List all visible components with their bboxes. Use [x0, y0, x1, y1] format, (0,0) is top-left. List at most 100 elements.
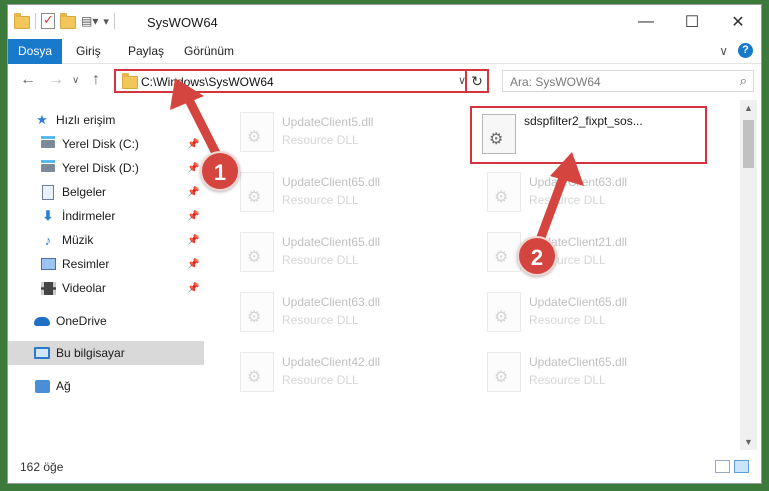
large-icons-view-icon[interactable] [734, 460, 749, 473]
nav-label: Yerel Disk (C:) [62, 137, 139, 151]
minimize-button[interactable]: — [623, 5, 669, 39]
file-item[interactable]: UpdateClient63.dll Resource DLL [451, 164, 686, 220]
file-item[interactable]: UpdateClient5.dll Resource DLL [204, 104, 439, 160]
pictures-icon [40, 256, 56, 272]
nav-item-local-disk-c[interactable]: Yerel Disk (C:) 📌 [8, 132, 204, 156]
nav-label: Müzik [62, 233, 94, 247]
scroll-down-icon[interactable]: ▼ [744, 437, 753, 447]
nav-item-documents[interactable]: Belgeler 📌 [8, 180, 204, 204]
close-button[interactable]: ✕ [715, 5, 761, 39]
callout-badge-2: 2 [517, 236, 557, 276]
nav-item-downloads[interactable]: ⬇ İndirmeler 📌 [8, 204, 204, 228]
dll-file-icon [487, 172, 521, 212]
details-view-icon[interactable] [715, 460, 730, 473]
drive-icon [40, 160, 56, 176]
properties-icon[interactable] [41, 12, 55, 29]
address-row: ← → ∨ ↑ C:\Windows\SysWOW64 ∨ ↻ Ara: Sys… [8, 64, 761, 100]
onedrive-icon [34, 313, 50, 329]
file-item[interactable]: UpdateClient65.dll Resource DLL [204, 224, 439, 280]
ribbon-tabs: Dosya Giriş Paylaş Görünüm ∨ ? [8, 39, 761, 95]
search-icon: ⌕ [739, 73, 747, 88]
file-name: sdspfilter2_fixpt_sos... [524, 114, 643, 128]
nav-label: Hızlı erişim [56, 113, 116, 127]
pin-icon[interactable]: 📌 [187, 259, 199, 270]
nav-label: Bu bilgisayar [56, 346, 125, 360]
pin-icon[interactable]: 📌 [187, 211, 199, 222]
help-icon[interactable]: ? [738, 43, 753, 58]
documents-icon [40, 184, 56, 200]
nav-item-onedrive[interactable]: OneDrive [8, 309, 204, 333]
drive-icon [40, 136, 56, 152]
file-name: UpdateClient65.dll [529, 355, 628, 369]
navigation-pane: ★ Hızlı erişim Yerel Disk (C:) 📌 Yerel D… [8, 100, 204, 450]
tab-home[interactable]: Giriş [66, 39, 111, 64]
file-type: Resource DLL [282, 133, 359, 147]
file-name: UpdateClient65.dll [282, 235, 381, 249]
nav-item-pictures[interactable]: Resimler 📌 [8, 252, 204, 276]
maximize-button[interactable]: ☐ [669, 5, 715, 39]
highlighted-file-item[interactable]: sdspfilter2_fixpt_sos... [470, 106, 707, 164]
search-box[interactable]: Ara: SysWOW64 ⌕ [502, 70, 754, 92]
callout-badge-1: 1 [200, 151, 240, 191]
ribbon-right: ∨ ? [719, 43, 753, 58]
dll-file-icon [487, 352, 521, 392]
scroll-thumb[interactable] [743, 120, 754, 168]
file-type: Resource DLL [529, 373, 606, 387]
downloads-icon: ⬇ [42, 208, 54, 223]
separator [35, 13, 36, 29]
pin-icon[interactable]: 📌 [187, 283, 199, 294]
nav-label: İndirmeler [62, 209, 116, 223]
file-item[interactable]: UpdateClient42.dll Resource DLL [204, 344, 439, 400]
file-name: UpdateClient63.dll [529, 175, 628, 189]
expand-ribbon-icon[interactable]: ∨ [719, 44, 728, 58]
customize-toolbar-icon[interactable]: ▤▾ [81, 14, 98, 28]
file-type: Resource DLL [529, 313, 606, 327]
scroll-up-icon[interactable]: ▲ [744, 103, 753, 113]
recent-locations-chevron-icon[interactable]: ∨ [72, 75, 79, 86]
forward-arrow-icon[interactable]: → [48, 71, 64, 89]
file-item[interactable]: UpdateClient63.dll Resource DLL [204, 284, 439, 340]
nav-item-music[interactable]: ♪ Müzik 📌 [8, 228, 204, 252]
computer-icon [34, 345, 50, 361]
back-arrow-icon[interactable]: ← [20, 71, 36, 89]
item-count: 162 öğe [20, 460, 64, 474]
pin-icon[interactable]: 📌 [187, 163, 199, 174]
nav-item-local-disk-d[interactable]: Yerel Disk (D:) 📌 [8, 156, 204, 180]
refresh-button[interactable]: ↻ [465, 69, 489, 93]
nav-label: Resimler [62, 257, 110, 271]
new-folder-icon[interactable] [60, 13, 76, 29]
nav-item-videos[interactable]: Videolar 📌 [8, 276, 204, 300]
nav-item-network[interactable]: Ağ [8, 374, 204, 398]
dll-file-icon [240, 352, 274, 392]
title-bar: ▤▾ ▾ SysWOW64 — ☐ ✕ [8, 5, 761, 39]
pin-icon[interactable]: 📌 [187, 139, 199, 150]
tab-view[interactable]: Görünüm [174, 39, 244, 64]
nav-label: Belgeler [62, 185, 107, 199]
file-item[interactable]: UpdateClient21.dll Resource DLL [451, 224, 686, 280]
file-item[interactable]: UpdateClient65.dll Resource DLL [451, 284, 686, 340]
up-arrow-icon[interactable]: ↑ [92, 71, 100, 89]
address-bar[interactable]: C:\Windows\SysWOW64 ∨ [114, 69, 474, 93]
nav-item-this-pc[interactable]: Bu bilgisayar [8, 341, 204, 365]
dll-file-icon [487, 232, 521, 272]
dll-file-icon [240, 112, 274, 152]
dll-file-icon [240, 232, 274, 272]
nav-label: Yerel Disk (D:) [62, 161, 139, 175]
file-name: UpdateClient5.dll [282, 115, 374, 129]
pin-icon[interactable]: 📌 [187, 235, 199, 246]
status-bar: 162 öğe [8, 454, 761, 480]
file-list: UpdateClient5.dll Resource DLL UpdateCli… [204, 100, 740, 450]
file-item[interactable]: UpdateClient65.dll Resource DLL [451, 344, 686, 400]
file-name: UpdateClient63.dll [282, 295, 381, 309]
nav-quick-access[interactable]: ★ Hızlı erişim [8, 108, 204, 132]
window-controls: — ☐ ✕ [623, 5, 761, 39]
file-type: Resource DLL [282, 313, 359, 327]
dll-file-icon [487, 292, 521, 332]
toolbar-dropdown-icon[interactable]: ▾ [103, 15, 109, 28]
vertical-scrollbar[interactable]: ▲ ▼ [740, 100, 757, 450]
tab-share[interactable]: Paylaş [118, 39, 174, 64]
pin-icon[interactable]: 📌 [187, 187, 199, 198]
nav-label: Videolar [62, 281, 106, 295]
network-icon [34, 378, 50, 394]
music-icon: ♪ [44, 232, 52, 248]
